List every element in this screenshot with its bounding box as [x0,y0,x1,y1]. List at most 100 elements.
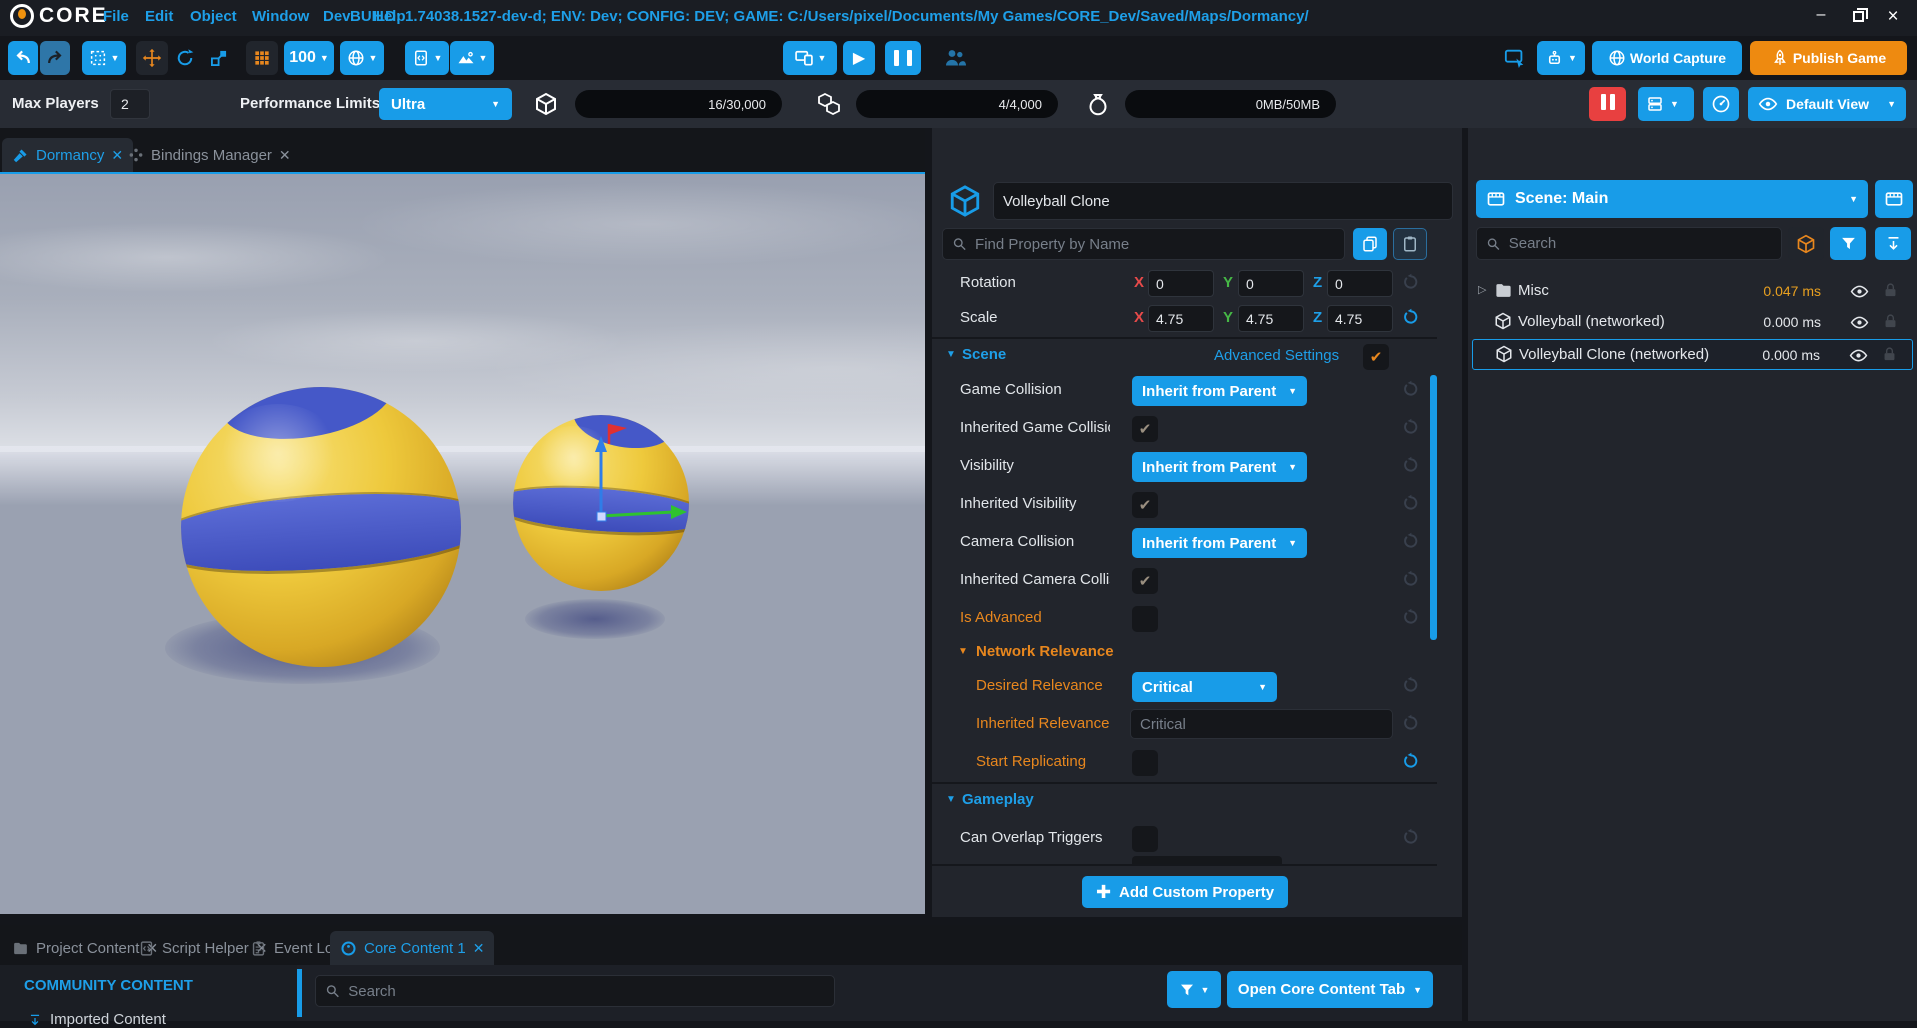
preview-device-dropdown[interactable]: ▼ [783,41,837,75]
open-core-content-tab-button[interactable]: Open Core Content Tab ▼ [1227,971,1433,1008]
content-search-field[interactable] [315,975,835,1007]
tab-core-content[interactable]: Core Content 1 ✕ [330,931,494,965]
rotate-tool-button[interactable] [170,41,200,75]
volleyball-object[interactable] [181,387,461,667]
performance-limits-dropdown[interactable]: Ultra ▼ [379,88,512,120]
reset-icon[interactable] [1402,752,1420,770]
hierarchy-row-misc[interactable]: ▷ Misc 0.047 ms [1472,276,1913,307]
paste-properties-button[interactable] [1393,228,1427,260]
section-network-relevance[interactable]: ▼ Network Relevance [932,638,1437,668]
content-search-input[interactable] [348,983,825,1000]
lock-icon[interactable] [1882,313,1899,330]
play-button[interactable]: ▶ [843,41,875,75]
menu-file[interactable]: File [103,8,129,25]
hierarchy-row-volleyball-clone[interactable]: Volleyball Clone (networked) 0.000 ms [1472,339,1913,370]
undo-button[interactable] [8,41,38,75]
scale-z-input[interactable]: 4.75 [1327,305,1393,332]
hierarchy-search-input[interactable] [1509,235,1772,252]
camera-collision-dropdown[interactable]: Inherit from Parent▼ [1132,528,1307,558]
eye-icon[interactable] [1849,346,1868,365]
window-minimize-button[interactable]: – [1808,6,1834,24]
new-scene-button[interactable] [1875,180,1913,218]
scale-tool-button[interactable] [204,41,234,75]
reset-icon[interactable] [1402,418,1420,436]
section-scene[interactable]: ▼ Scene Advanced Settings ✔ [932,337,1437,371]
rotation-z-input[interactable]: 0 [1327,270,1393,297]
reset-icon[interactable] [1402,570,1420,588]
expand-arrow-icon[interactable]: ▷ [1478,283,1486,296]
advanced-settings-link[interactable]: Advanced Settings [1214,347,1339,364]
tab-bindings-manager[interactable]: Bindings Manager ✕ [118,138,301,172]
performance-gauge-button[interactable] [1703,87,1739,121]
menu-edit[interactable]: Edit [145,8,173,25]
bot-tools-dropdown[interactable]: ▼ [1537,41,1585,75]
reset-icon[interactable] [1402,456,1420,474]
inherited-relevance-input[interactable] [1140,716,1383,733]
scale-y-input[interactable]: 4.75 [1238,305,1304,332]
add-custom-property-button[interactable]: ✚ Add Custom Property [1082,876,1288,908]
viewport-3d[interactable] [0,172,925,914]
eye-icon[interactable] [1850,282,1869,301]
reset-icon[interactable] [1402,828,1420,846]
reset-icon[interactable] [1402,714,1420,732]
reset-icon[interactable] [1402,308,1420,326]
default-view-dropdown[interactable]: Default View ▼ [1748,87,1906,121]
advanced-settings-checkbox[interactable]: ✔ [1363,344,1389,370]
content-filter-dropdown[interactable]: ▼ [1167,971,1221,1008]
screen-capture-icon[interactable] [1500,41,1530,75]
redo-button[interactable] [40,41,70,75]
reset-icon[interactable] [1402,608,1420,626]
move-tool-button[interactable] [136,41,168,75]
hierarchy-filter-button[interactable] [1830,227,1866,260]
reset-icon[interactable] [1402,494,1420,512]
terrain-dropdown[interactable]: ▼ [450,41,494,75]
snap-size-dropdown[interactable]: 100▼ [284,41,334,75]
menu-window[interactable]: Window [252,8,309,25]
transform-gizmo[interactable] [545,414,715,554]
find-property-field[interactable] [942,228,1345,260]
close-icon[interactable]: ✕ [279,147,291,164]
rotation-y-input[interactable]: 0 [1238,270,1304,297]
server-view-dropdown[interactable]: ▼ [1638,87,1694,121]
desired-relevance-dropdown[interactable]: Critical▼ [1132,672,1277,702]
scene-selector-dropdown[interactable]: Scene: Main ▼ [1476,180,1868,218]
object-name-input[interactable] [1003,193,1443,210]
is-advanced-checkbox[interactable] [1132,606,1158,632]
menu-dev[interactable]: Dev [323,8,351,25]
max-players-input[interactable]: 2 [110,89,150,119]
grid-snap-button[interactable] [246,41,278,75]
eye-icon[interactable] [1850,313,1869,332]
publish-game-button[interactable]: Publish Game [1750,41,1907,75]
scale-x-input[interactable]: 4.75 [1148,305,1214,332]
script-dropdown[interactable]: ▼ [405,41,449,75]
rotation-x-input[interactable]: 0 [1148,270,1214,297]
reset-icon[interactable] [1402,532,1420,550]
properties-scrollbar[interactable] [1430,375,1437,640]
collapse-all-button[interactable] [1875,227,1911,260]
close-icon[interactable]: ✕ [473,940,485,957]
inherited-camera-collision-checkbox[interactable]: ✔ [1132,568,1158,594]
hierarchy-search-field[interactable] [1476,227,1782,260]
multiplayer-preview-icon[interactable] [938,41,972,75]
object-name-field[interactable] [993,182,1453,220]
reset-icon[interactable] [1402,380,1420,398]
pause-button[interactable] [885,41,921,75]
reset-icon[interactable] [1402,273,1420,291]
game-collision-dropdown[interactable]: Inherit from Parent▼ [1132,376,1307,406]
inherited-game-collision-checkbox[interactable]: ✔ [1132,416,1158,442]
lock-icon[interactable] [1882,282,1899,299]
lock-icon[interactable] [1881,346,1898,363]
inherited-relevance-field[interactable] [1130,709,1393,739]
stop-networking-button[interactable] [1589,87,1626,121]
can-overlap-triggers-checkbox[interactable] [1132,826,1158,852]
inherited-visibility-checkbox[interactable]: ✔ [1132,492,1158,518]
sidebar-item-imported-content[interactable]: Imported Content [28,1011,166,1028]
world-capture-button[interactable]: World Capture [1592,41,1742,75]
window-restore-button[interactable] [1845,9,1871,27]
start-replicating-checkbox[interactable] [1132,750,1158,776]
networked-filter-button[interactable] [1788,227,1824,260]
selection-mode-dropdown[interactable]: ▼ [82,41,126,75]
visibility-dropdown[interactable]: Inherit from Parent▼ [1132,452,1307,482]
find-property-input[interactable] [975,236,1335,253]
hierarchy-row-volleyball[interactable]: Volleyball (networked) 0.000 ms [1472,307,1913,338]
